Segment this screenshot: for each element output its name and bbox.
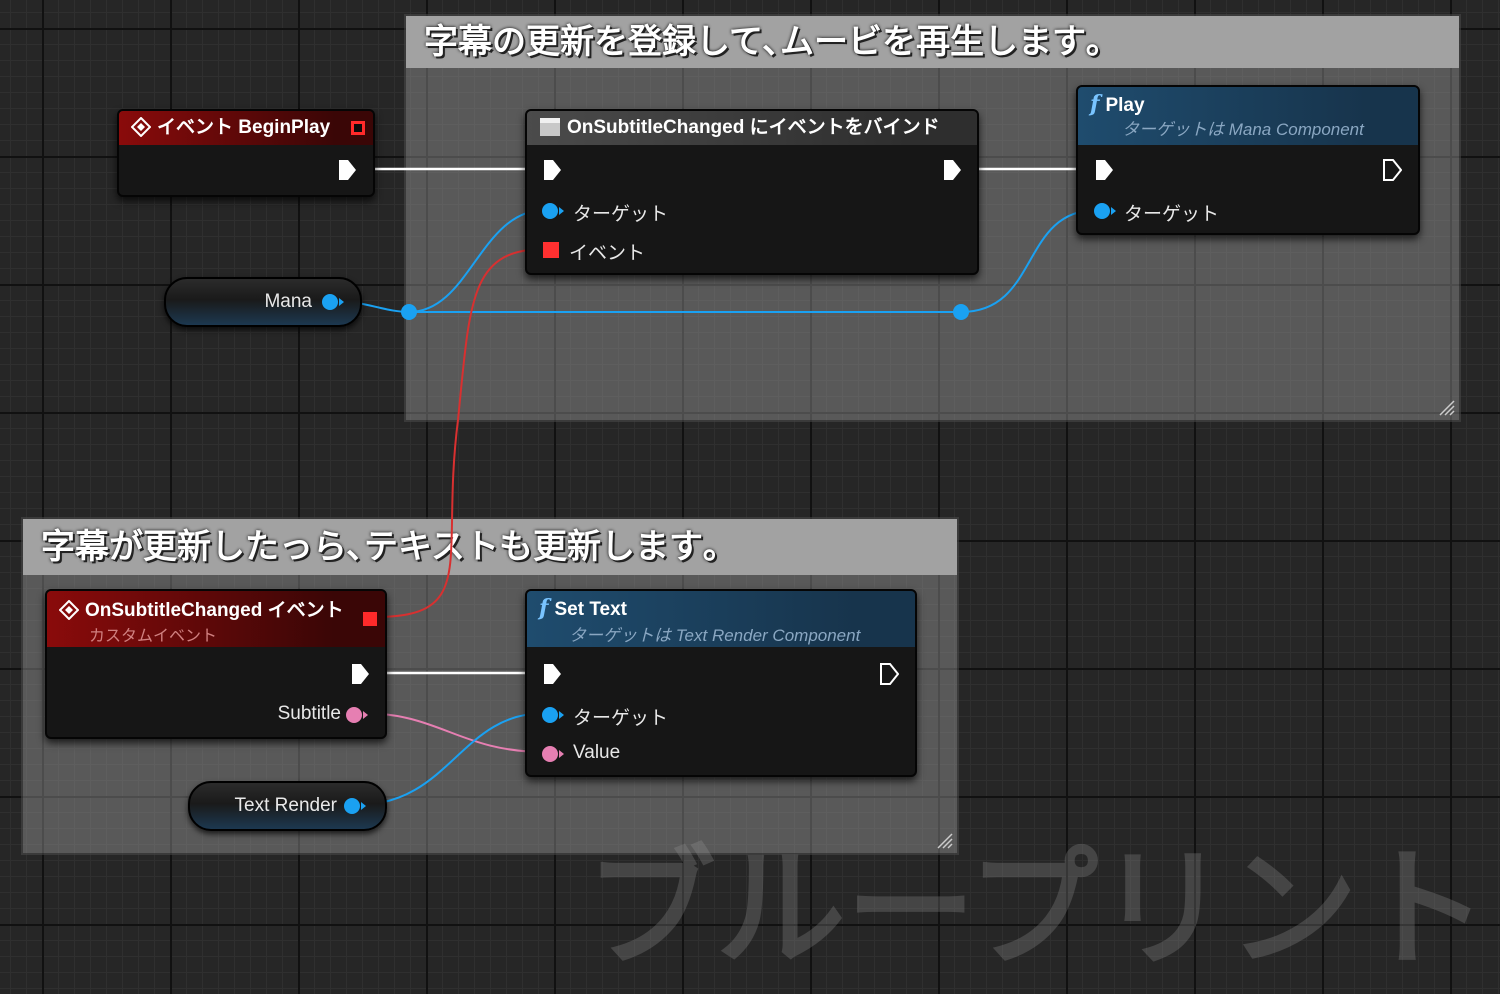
pin-label-target: ターゲット: [1124, 204, 1220, 225]
exec-input-pin[interactable]: [1094, 159, 1114, 181]
pin-label-value: Value: [573, 742, 621, 763]
string-wire-subtitle-value: [361, 712, 546, 753]
exec-output-pin[interactable]: [879, 663, 899, 685]
function-f-icon: f: [1090, 91, 1100, 117]
string-input-pin[interactable]: [541, 745, 565, 763]
delegate-wire: [374, 248, 546, 618]
node-subtitle: カスタムイベント: [89, 628, 218, 645]
pin-label-event: イベント: [569, 243, 646, 264]
node-header: f Set Text ターゲットは Text Render Component: [527, 591, 915, 647]
object-input-pin[interactable]: [541, 706, 565, 724]
exec-output-pin[interactable]: [337, 159, 357, 181]
object-output-pin[interactable]: [343, 797, 367, 815]
variable-label: Text Render: [234, 795, 337, 816]
delegate-input-pin[interactable]: [542, 241, 560, 259]
exec-output-pin[interactable]: [1382, 159, 1402, 181]
custom-event-node[interactable]: OnSubtitleChanged イベント カスタムイベント Subtitle: [45, 589, 387, 739]
object-wire-mana-main: [334, 300, 961, 313]
string-output-pin[interactable]: [345, 706, 369, 724]
object-input-pin[interactable]: [1093, 202, 1117, 220]
pin-label-target: ターゲット: [573, 708, 669, 729]
pin-label-subtitle: Subtitle: [277, 703, 341, 724]
variable-label: Mana: [264, 291, 312, 312]
exec-input-pin[interactable]: [542, 159, 562, 181]
text-render-variable-node[interactable]: Text Render: [188, 781, 387, 831]
node-subtitle: ターゲットは Text Render Component: [569, 626, 861, 645]
exec-output-pin[interactable]: [350, 663, 370, 685]
node-title: Set Text: [554, 599, 627, 620]
node-header: OnSubtitleChanged にイベントをバインド: [527, 111, 977, 145]
function-f-icon: f: [539, 595, 549, 621]
node-title: イベント BeginPlay: [157, 117, 331, 138]
node-header: f Play ターゲットは Mana Component: [1078, 87, 1418, 145]
bind-node-icon: [540, 118, 560, 136]
node-title: OnSubtitleChanged イベント: [85, 600, 344, 621]
node-header: OnSubtitleChanged イベント カスタムイベント: [47, 591, 385, 647]
object-output-pin[interactable]: [321, 293, 345, 311]
bind-event-node[interactable]: OnSubtitleChanged にイベントをバインド ターゲット イベント: [525, 109, 979, 275]
delegate-output-pin[interactable]: [350, 120, 366, 136]
exec-input-pin[interactable]: [542, 663, 562, 685]
mana-variable-node[interactable]: Mana: [164, 277, 362, 327]
pin-label-target: ターゲット: [573, 204, 669, 225]
delegate-output-pin[interactable]: [362, 611, 378, 627]
diamond-event-icon: [130, 116, 152, 138]
diamond-event-icon: [58, 599, 80, 621]
reroute-node: [401, 304, 417, 320]
exec-output-pin[interactable]: [942, 159, 962, 181]
node-title: OnSubtitleChanged にイベントをバインド: [567, 117, 940, 138]
node-subtitle: ターゲットは Mana Component: [1122, 120, 1364, 139]
node-header: イベント BeginPlay: [119, 111, 373, 145]
play-function-node[interactable]: f Play ターゲットは Mana Component ターゲット: [1076, 85, 1420, 235]
reroute-node: [953, 304, 969, 320]
object-input-pin[interactable]: [541, 202, 565, 220]
set-text-function-node[interactable]: f Set Text ターゲットは Text Render Component タ…: [525, 589, 917, 777]
event-beginplay-node[interactable]: イベント BeginPlay: [117, 109, 375, 197]
node-title: Play: [1105, 95, 1145, 116]
